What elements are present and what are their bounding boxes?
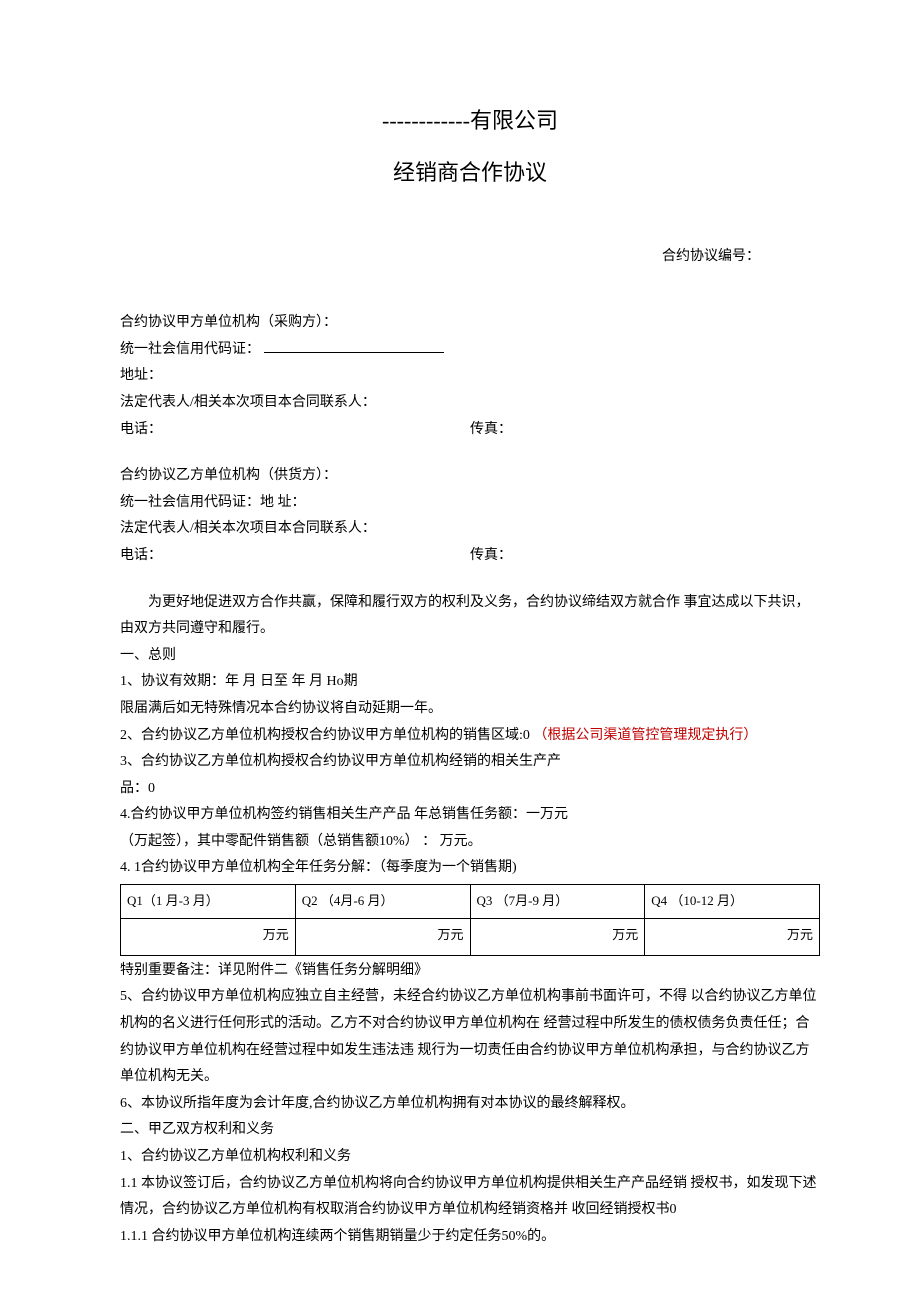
q2-value: 万元	[295, 918, 470, 955]
party-b-block: 合约协议乙方单位机构（供货方）： 统一社会信用代码证：地 址： 法定代表人/相关…	[120, 463, 820, 569]
party-a-contact-row: 电话： 传真：	[120, 417, 820, 444]
q1-header: Q1（1 月-3 月）	[121, 885, 296, 919]
document-title: 经销商合作协议	[120, 152, 820, 194]
party-b-label: 合约协议乙方单位机构（供货方）：	[120, 463, 820, 490]
clause-2-text: 2、合约协议乙方单位机构授权合约协议甲方单位机构的销售区域:0	[120, 728, 533, 743]
party-b-rep: 法定代表人/相关本次项目本合同联系人：	[120, 516, 820, 543]
q4-value: 万元	[645, 918, 820, 955]
clause-4: 4.合约协议甲方单位机构签约销售相关生产产品 年总销售任务额：一万元	[120, 802, 820, 829]
q3-value: 万元	[470, 918, 645, 955]
contract-number-label: 合约协议编号：	[120, 244, 820, 271]
preamble: 为更好地促进双方合作共赢，保障和履行双方的权利及义务，合约协议缔结双方就合作 事…	[120, 590, 820, 643]
clause-6: 6、本协议所指年度为会计年度,合约协议乙方单位机构拥有对本协议的最终解释权。	[120, 1091, 820, 1118]
q1-value: 万元	[121, 918, 296, 955]
clause-2-1-1-1: 1.1.1 合约协议甲方单位机构连续两个销售期销量少于约定任务50%的。	[120, 1224, 820, 1251]
credit-underline	[264, 338, 444, 353]
clause-2-1-1: 1.1 本协议签订后，合约协议乙方单位机构将向合约协议甲方单位机构提供相关生产产…	[120, 1171, 820, 1224]
clause-1b: 限届满后如无特殊情况本合约协议将自动延期一年。	[120, 696, 820, 723]
party-a-phone: 电话：	[120, 417, 470, 444]
clause-2-1: 1、合约协议乙方单位机构权利和义务	[120, 1144, 820, 1171]
quarter-task-table: Q1（1 月-3 月） Q2 （4月-6 月） Q3 （7月-9 月） Q4 （…	[120, 884, 820, 956]
clause-3b: 品：0	[120, 776, 820, 803]
table-row: Q1（1 月-3 月） Q2 （4月-6 月） Q3 （7月-9 月） Q4 （…	[121, 885, 820, 919]
party-a-rep: 法定代表人/相关本次项目本合同联系人：	[120, 390, 820, 417]
credit-label: 统一社会信用代码证：	[120, 342, 260, 357]
party-a-fax: 传真：	[470, 417, 820, 444]
clause-4-1: 4. 1合约协议甲方单位机构全年任务分解：（每季度为一个销售期)	[120, 855, 820, 882]
q3-header: Q3 （7月-9 月）	[470, 885, 645, 919]
table-note: 特别重要备注：详见附件二《销售任务分解明细》	[120, 958, 820, 985]
party-b-credit-addr: 统一社会信用代码证：地 址：	[120, 490, 820, 517]
party-a-addr: 地址：	[120, 363, 820, 390]
party-a-block: 合约协议甲方单位机构（采购方）： 统一社会信用代码证： 地址： 法定代表人/相关…	[120, 310, 820, 443]
clause-4b: （万起签），其中零配件销售额（总销售额10%） ： 万元。	[120, 829, 820, 856]
party-a-credit: 统一社会信用代码证：	[120, 337, 820, 364]
party-b-phone: 电话：	[120, 543, 470, 570]
clause-2: 2、合约协议乙方单位机构授权合约协议甲方单位机构的销售区域:0 （根据公司渠道管…	[120, 723, 820, 750]
clause-2-red: （根据公司渠道管控管理规定执行）	[533, 728, 757, 743]
clause-3: 3、合约协议乙方单位机构授权合约协议甲方单位机构经销的相关生产产	[120, 749, 820, 776]
party-b-contact-row: 电话： 传真：	[120, 543, 820, 570]
table-row: 万元 万元 万元 万元	[121, 918, 820, 955]
clause-5: 5、合约协议甲方单位机构应独立自主经营，未经合约协议乙方单位机构事前书面许可，不…	[120, 984, 820, 1090]
q2-header: Q2 （4月-6 月）	[295, 885, 470, 919]
clause-1: 1、协议有效期：年 月 日至 年 月 Ho期	[120, 669, 820, 696]
section-1-heading: 一、总则	[120, 643, 820, 670]
q4-header: Q4 （10-12 月）	[645, 885, 820, 919]
party-b-fax: 传真：	[470, 543, 820, 570]
party-a-label: 合约协议甲方单位机构（采购方）：	[120, 310, 820, 337]
section-2-heading: 二、甲乙双方权利和义务	[120, 1117, 820, 1144]
company-name: ------------有限公司	[120, 100, 820, 142]
